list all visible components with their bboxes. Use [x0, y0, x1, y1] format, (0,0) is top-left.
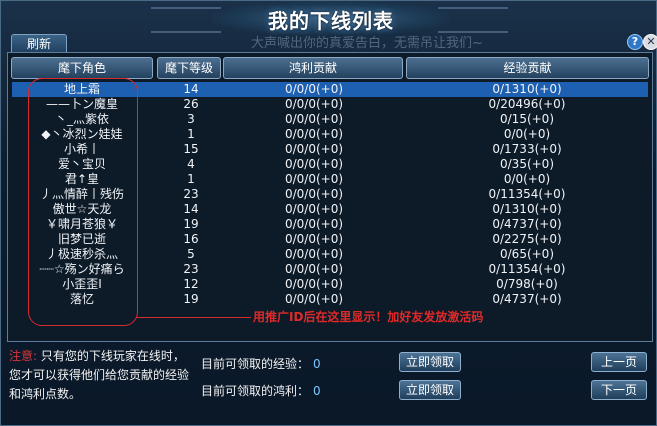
row-level: 14	[183, 202, 199, 216]
row-exp: 0/1733(+0)	[492, 142, 562, 156]
annotation-pointer	[136, 317, 251, 318]
row-level: 26	[183, 97, 199, 111]
claimable-exp: 目前可领取的经验： 0	[201, 355, 321, 372]
row-exp: 0/4737(+0)	[492, 217, 562, 231]
row-level: 23	[183, 262, 199, 276]
notice-label: 注意:	[9, 349, 38, 363]
column-header-name[interactable]: 麾下角色	[11, 57, 153, 79]
row-exp: 0/1310(+0)	[492, 202, 562, 216]
claim-exp-button[interactable]: 立即领取	[399, 352, 461, 372]
claimable-honglin: 目前可领取的鸿利： 0	[201, 382, 321, 399]
row-honglin: 0/0/0(+0)	[284, 202, 344, 216]
row-exp: 0/4737(+0)	[492, 292, 562, 306]
annotation-text: 用推广ID后在这里显示！加好友发放激活码	[253, 310, 484, 324]
row-exp: 0/20496(+0)	[488, 97, 566, 111]
row-honglin: 0/0/0(+0)	[284, 277, 344, 291]
row-level: 19	[183, 292, 199, 306]
annotation-highlight	[28, 78, 138, 326]
row-exp: 0/15(+0)	[500, 112, 554, 126]
row-exp: 0/0(+0)	[503, 172, 551, 186]
row-honglin: 0/0/0(+0)	[284, 247, 344, 261]
row-level: 4	[187, 157, 195, 171]
row-honglin: 0/0/0(+0)	[284, 97, 344, 111]
row-honglin: 0/0/0(+0)	[284, 292, 344, 306]
column-header-exp[interactable]: 经验贡献	[406, 57, 649, 79]
column-header-honglin[interactable]: 鸿利贡献	[223, 57, 403, 79]
row-honglin: 0/0/0(+0)	[284, 172, 344, 186]
notice: 注意: 只有您的下线玩家在线时，您才可以获得他们给您贡献的经验和鸿利点数。	[9, 347, 189, 404]
prev-page-button[interactable]: 上一页	[591, 352, 647, 372]
row-exp: 0/0(+0)	[503, 127, 551, 141]
row-honglin: 0/0/0(+0)	[284, 82, 344, 96]
row-exp: 0/35(+0)	[500, 157, 554, 171]
next-page-button[interactable]: 下一页	[591, 380, 647, 400]
claimable-exp-value: 0	[313, 357, 321, 371]
claimable-honglin-label: 目前可领取的鸿利：	[201, 384, 310, 398]
row-exp: 0/1310(+0)	[492, 82, 562, 96]
row-level: 15	[183, 142, 199, 156]
row-exp: 0/11354(+0)	[488, 187, 566, 201]
table-header: 麾下角色 麾下等级 鸿利贡献 经验贡献	[11, 57, 649, 79]
row-level: 16	[183, 232, 199, 246]
broadcast-text: 大声喊出你的真爱告白，无需吊让我们~	[251, 36, 483, 51]
row-level: 1	[187, 172, 195, 186]
row-level: 14	[183, 82, 199, 96]
row-level: 23	[183, 187, 199, 201]
downline-window: 我的下线列表 大声喊出你的真爱告白，无需吊让我们~ ? ✕ 刷新 麾下角色 麾下…	[0, 0, 657, 426]
claim-honglin-button[interactable]: 立即领取	[399, 380, 461, 400]
row-exp: 0/798(+0)	[496, 277, 558, 291]
row-honglin: 0/0/0(+0)	[284, 112, 344, 126]
row-exp: 0/2275(+0)	[492, 232, 562, 246]
row-honglin: 0/0/0(+0)	[284, 157, 344, 171]
close-icon[interactable]: ✕	[643, 34, 657, 50]
claimable-honglin-value: 0	[313, 384, 321, 398]
row-level: 19	[183, 217, 199, 231]
row-level: 5	[187, 247, 195, 261]
row-level: 3	[187, 112, 195, 126]
row-honglin: 0/0/0(+0)	[284, 142, 344, 156]
refresh-button[interactable]: 刷新	[11, 34, 67, 53]
row-honglin: 0/0/0(+0)	[284, 127, 344, 141]
claimable-exp-label: 目前可领取的经验：	[201, 357, 310, 371]
window-title: 我的下线列表	[268, 9, 394, 33]
row-exp: 0/65(+0)	[500, 247, 554, 261]
help-icon[interactable]: ?	[627, 34, 643, 50]
title-banner: 我的下线列表	[211, 1, 451, 35]
row-level: 12	[183, 277, 199, 291]
row-honglin: 0/0/0(+0)	[284, 187, 344, 201]
row-level: 1	[187, 127, 195, 141]
column-header-level[interactable]: 麾下等级	[157, 57, 221, 79]
row-honglin: 0/0/0(+0)	[284, 262, 344, 276]
row-honglin: 0/0/0(+0)	[284, 232, 344, 246]
row-exp: 0/11354(+0)	[488, 262, 566, 276]
row-honglin: 0/0/0(+0)	[284, 217, 344, 231]
